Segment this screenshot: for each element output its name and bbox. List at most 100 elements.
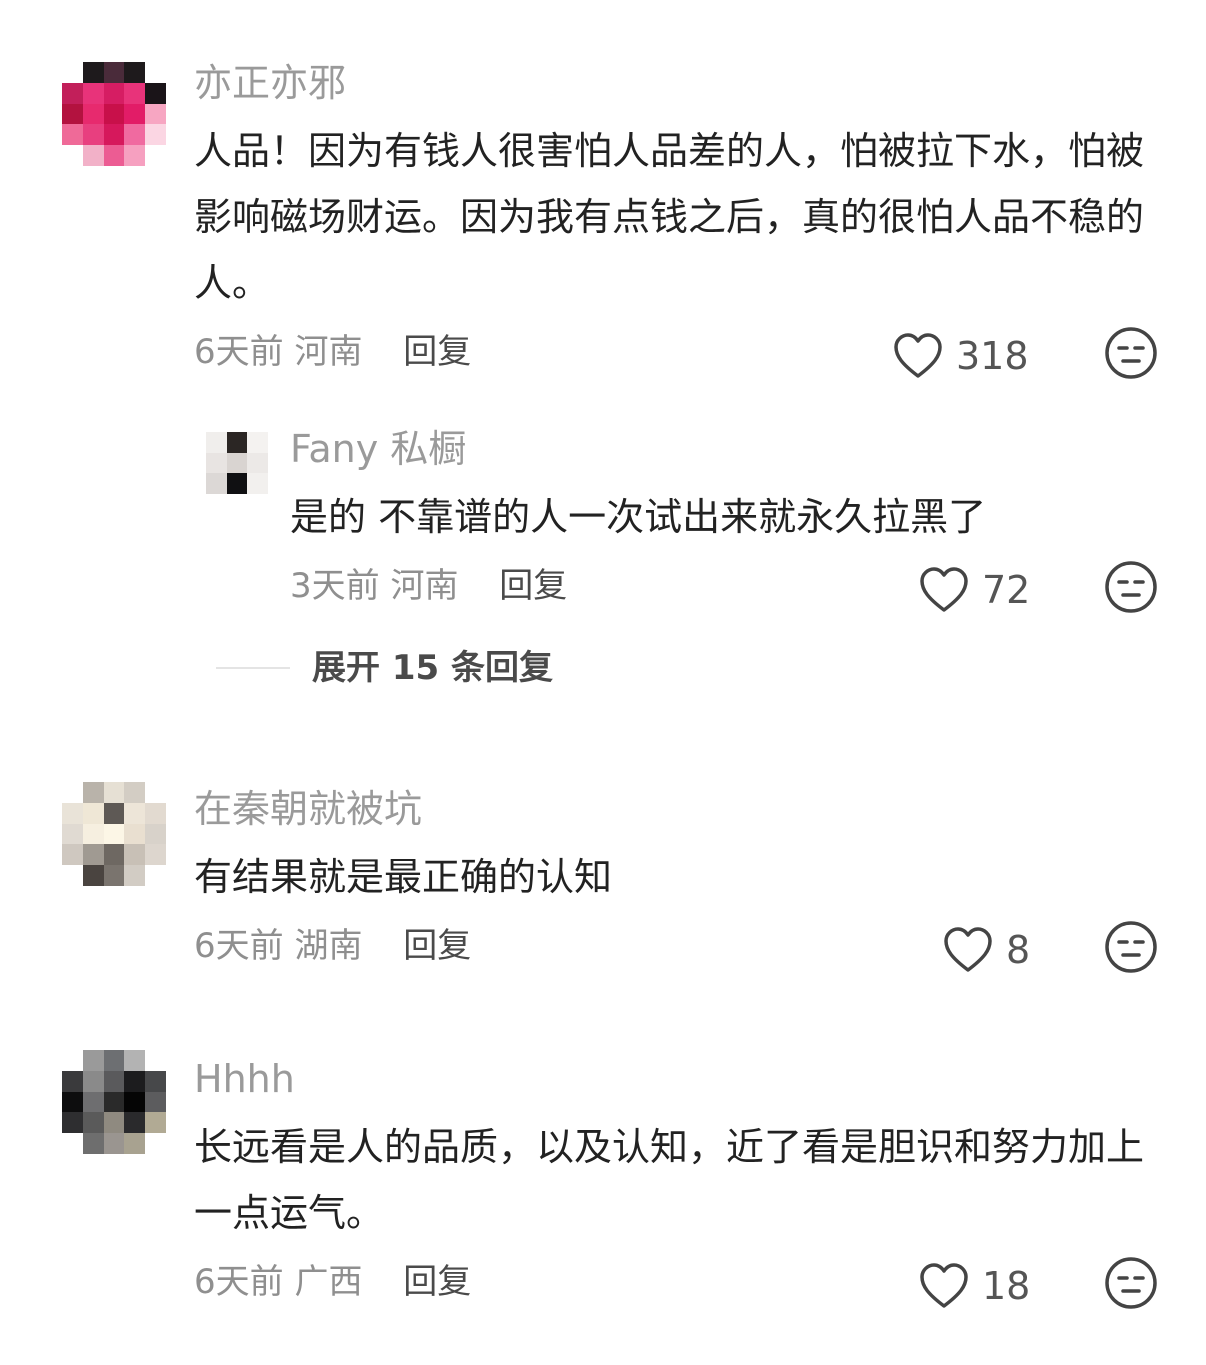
avatar-pixel — [62, 782, 83, 803]
divider — [216, 667, 290, 669]
avatar-pixel — [103, 145, 125, 166]
avatar-pixel — [124, 1070, 146, 1092]
avatar[interactable] — [62, 62, 166, 166]
avatar-pixel — [62, 1091, 83, 1113]
avatar-pixel — [103, 865, 125, 886]
like-button[interactable]: 72 — [918, 566, 1030, 614]
avatar-pixel — [103, 1133, 125, 1154]
avatar-pixel — [145, 782, 166, 803]
avatar-pixel — [145, 802, 166, 824]
avatar-pixel — [62, 62, 83, 83]
avatar-pixel — [103, 62, 125, 83]
like-button[interactable]: 8 — [942, 926, 1030, 974]
avatar-pixel — [103, 1112, 125, 1134]
avatar-pixel — [145, 124, 166, 146]
avatar-pixel — [82, 82, 104, 104]
avatar-pixel — [82, 802, 104, 824]
comment-meta: 6天前 广西 回复 — [194, 1260, 471, 1304]
comment-meta: 6天前 湖南 回复 — [194, 924, 471, 968]
comment-item: 亦正亦邪 人品！因为有钱人很害怕人品差的人，怕被拉下水，怕被影响磁场财运。因为我… — [0, 0, 1206, 720]
reply-username[interactable]: Fany 私橱 — [290, 426, 466, 472]
avatar-pixel — [103, 103, 125, 125]
comment-location: 广西 — [294, 1262, 363, 1302]
like-button[interactable]: 18 — [918, 1262, 1030, 1310]
avatar-pixel — [124, 823, 146, 845]
avatar-pixel — [124, 844, 146, 866]
comment-text: 有结果就是最正确的认知 — [194, 855, 613, 899]
reply-text: 是的 不靠谱的人一次试出来就永久拉黑了 — [290, 495, 987, 539]
avatar-pixel — [103, 1091, 125, 1113]
reply-button[interactable]: 回复 — [499, 566, 567, 606]
avatar-pixel — [145, 145, 166, 166]
unamused-face-icon[interactable] — [1104, 326, 1158, 380]
avatar-pixel — [226, 432, 248, 453]
avatar-pixel — [145, 1133, 166, 1154]
avatar-pixel — [82, 865, 104, 886]
like-count: 18 — [982, 1264, 1031, 1308]
avatar-pixel — [124, 782, 146, 803]
avatar-pixel — [62, 124, 83, 146]
like-count: 8 — [1006, 928, 1031, 972]
avatar-pixel — [145, 823, 166, 845]
avatar-pixel — [82, 62, 104, 83]
avatar-pixel — [62, 865, 83, 886]
reply-button[interactable]: 回复 — [403, 332, 471, 372]
avatar-pixel — [103, 823, 125, 845]
avatar-pixel — [82, 1112, 104, 1134]
like-button[interactable]: 318 — [892, 332, 1029, 380]
avatar-pixel — [62, 823, 83, 845]
avatar-pixel — [247, 473, 268, 494]
avatar-pixel — [247, 432, 268, 453]
avatar-pixel — [103, 124, 125, 146]
avatar-pixel — [62, 1070, 83, 1092]
avatar[interactable] — [62, 782, 166, 886]
avatar-pixel — [82, 124, 104, 146]
heart-outline-icon — [944, 927, 992, 972]
avatar-pixel — [145, 1091, 166, 1113]
expand-replies-button[interactable]: 展开 15 条回复 — [216, 646, 553, 690]
avatar-pixel — [82, 1050, 104, 1071]
avatar-pixel — [226, 452, 248, 474]
avatar-pixel — [62, 103, 83, 125]
heart-outline-icon — [894, 333, 942, 378]
avatar-pixel — [206, 432, 227, 453]
heart-outline-icon — [920, 1263, 968, 1308]
reply-button[interactable]: 回复 — [403, 926, 471, 966]
like-count: 72 — [982, 568, 1031, 612]
unamused-face-icon[interactable] — [1104, 1256, 1158, 1310]
comment-username[interactable]: Hhhh — [194, 1056, 295, 1102]
avatar-pixel — [124, 1050, 146, 1071]
comment-text: 长远看是人的品质，以及认知，近了看是胆识和努力加上一点运气。 — [194, 1125, 1145, 1235]
comment-time: 6天前 — [194, 926, 284, 966]
avatar[interactable] — [62, 1050, 166, 1154]
comment-time: 6天前 — [194, 332, 284, 372]
reply-meta: 3天前 河南 回复 — [290, 564, 567, 608]
reply-button[interactable]: 回复 — [403, 1262, 471, 1302]
avatar-pixel — [124, 145, 146, 166]
avatar-pixel — [62, 1050, 83, 1071]
avatar-pixel — [124, 1133, 146, 1154]
avatar-pixel — [82, 844, 104, 866]
unamused-face-icon[interactable] — [1104, 920, 1158, 974]
avatar[interactable] — [206, 432, 268, 494]
unamused-face-icon[interactable] — [1104, 560, 1158, 614]
avatar-pixel — [62, 844, 83, 866]
avatar-pixel — [103, 802, 125, 824]
comment-text: 人品！因为有钱人很害怕人品差的人，怕被拉下水，怕被影响磁场财运。因为我有点钱之后… — [194, 129, 1145, 305]
avatar-pixel — [62, 82, 83, 104]
avatar-pixel — [124, 1112, 146, 1134]
avatar-pixel — [206, 473, 227, 494]
avatar-pixel — [124, 865, 146, 886]
comment-meta: 6天前 河南 回复 — [194, 330, 471, 374]
avatar-pixel — [145, 844, 166, 866]
avatar-pixel — [145, 103, 166, 125]
avatar-pixel — [82, 823, 104, 845]
comment-username[interactable]: 亦正亦邪 — [194, 60, 346, 106]
avatar-pixel — [62, 1133, 83, 1154]
avatar-pixel — [124, 82, 146, 104]
comment-username[interactable]: 在秦朝就被坑 — [194, 786, 422, 832]
like-count: 318 — [956, 334, 1029, 378]
avatar-pixel — [82, 1133, 104, 1154]
comment-time: 6天前 — [194, 1262, 284, 1302]
avatar-pixel — [206, 452, 227, 474]
